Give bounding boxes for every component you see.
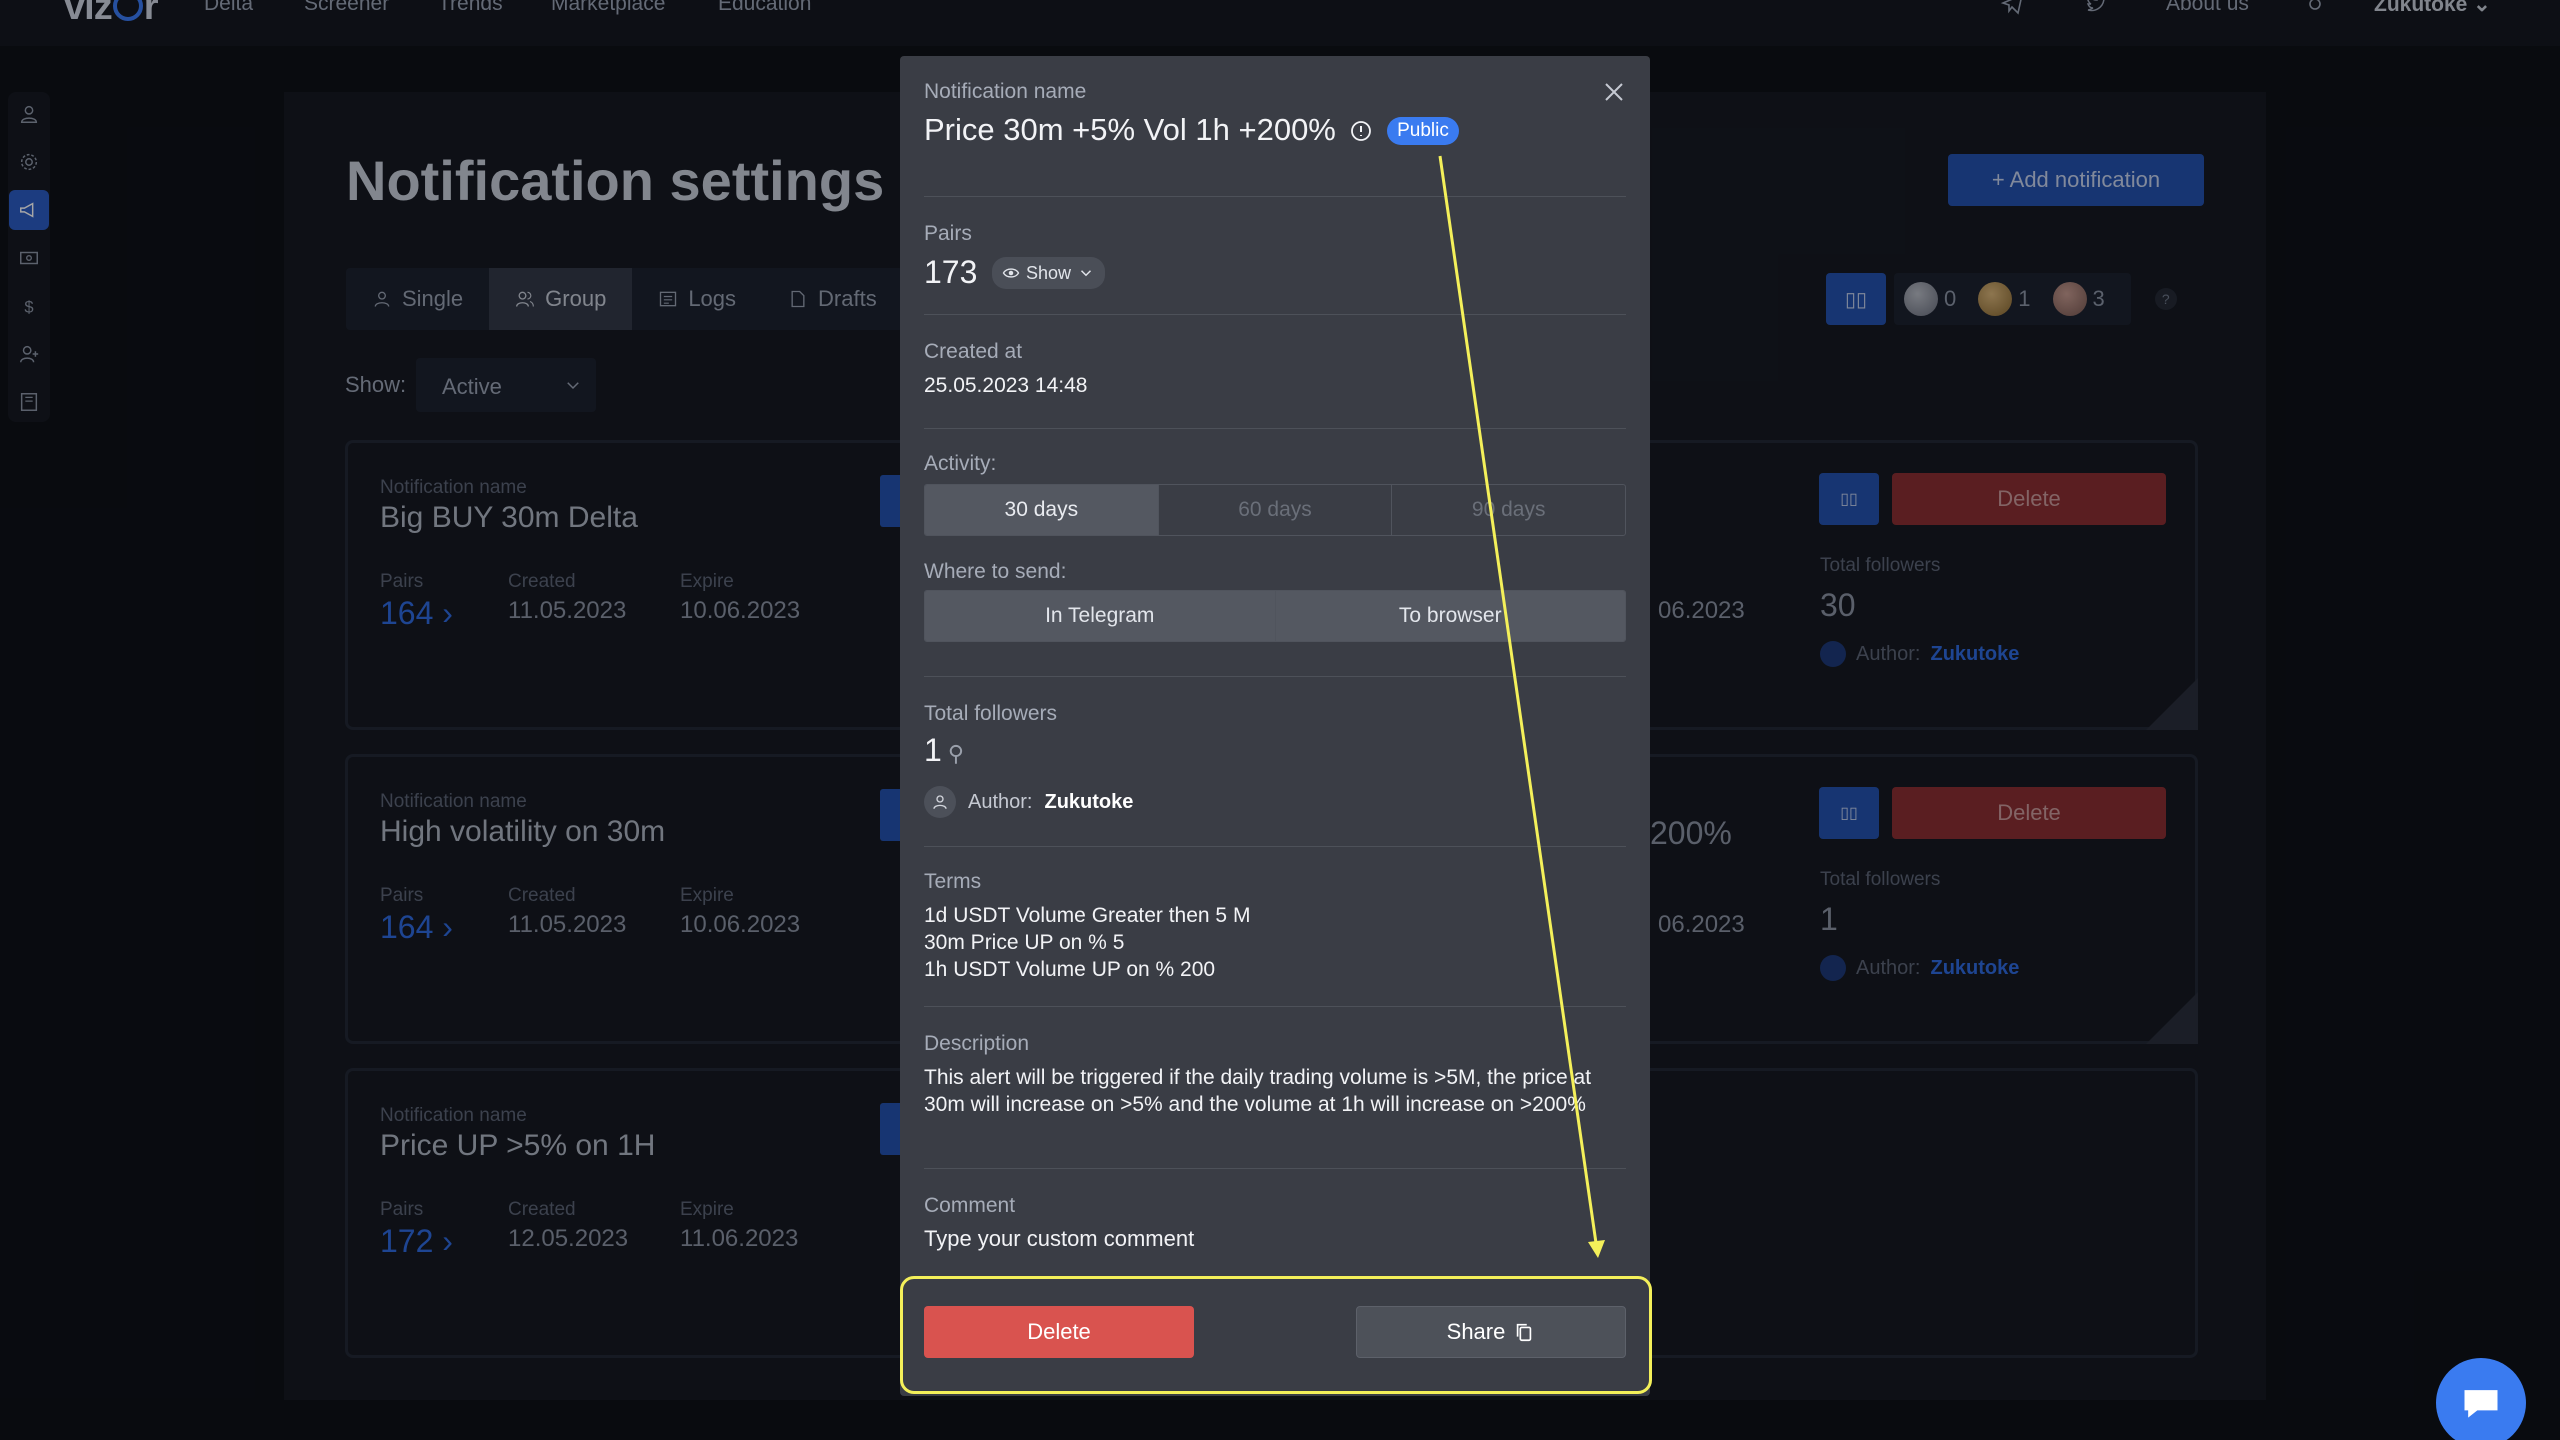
- info-icon[interactable]: [1349, 119, 1373, 143]
- modal-created-value: 25.05.2023 14:48: [924, 374, 1088, 397]
- divider: [924, 1168, 1626, 1169]
- pairs-show-toggle[interactable]: Show: [992, 257, 1106, 289]
- author-name[interactable]: Zukutoke: [1044, 791, 1133, 814]
- activity-selector: 30 days 60 days 90 days: [924, 484, 1626, 536]
- eye-icon: [1002, 268, 1020, 278]
- followers-value: 1 ⚲: [924, 732, 965, 768]
- modal-author: Author: Zukutoke: [924, 786, 1133, 818]
- divider: [924, 676, 1626, 677]
- modal-name-label: Notification name: [924, 80, 1087, 103]
- term-item: 1h USDT Volume UP on % 200: [924, 958, 1216, 981]
- terms-label: Terms: [924, 870, 982, 893]
- comment-input[interactable]: Type your custom comment: [924, 1226, 1194, 1252]
- notification-detail-modal: Notification name Price 30m +5% Vol 1h +…: [900, 56, 1650, 1396]
- send-destination-label: Where to send:: [924, 560, 1067, 583]
- avatar: [924, 786, 956, 818]
- divider: [924, 196, 1626, 197]
- description-text: This alert will be triggered if the dail…: [924, 1066, 1592, 1116]
- divider: [924, 314, 1626, 315]
- modal-pairs-value: 173: [924, 254, 978, 290]
- divider: [924, 846, 1626, 847]
- close-icon[interactable]: [1602, 80, 1626, 104]
- followers-count: 1: [924, 732, 942, 768]
- chat-icon: [2464, 1390, 2498, 1418]
- public-badge: Public: [1387, 117, 1459, 145]
- chat-support-button[interactable]: [2436, 1358, 2526, 1440]
- modal-created-label: Created at: [924, 340, 1023, 363]
- send-browser-option[interactable]: To browser: [1275, 591, 1625, 641]
- terms-list: 1d USDT Volume Greater then 5 M 30m Pric…: [924, 902, 1624, 983]
- send-telegram-option[interactable]: In Telegram: [925, 591, 1276, 641]
- divider: [924, 1006, 1626, 1007]
- pairs-show-label: Show: [1026, 262, 1072, 283]
- activity-option-60[interactable]: 60 days: [1159, 485, 1393, 535]
- description-label: Description: [924, 1032, 1030, 1055]
- followers-label: Total followers: [924, 702, 1058, 725]
- divider: [924, 428, 1626, 429]
- term-item: 30m Price UP on % 5: [924, 931, 1125, 954]
- activity-option-90[interactable]: 90 days: [1392, 485, 1625, 535]
- modal-title: Price 30m +5% Vol 1h +200% Public: [924, 112, 1459, 148]
- modal-pairs-label: Pairs: [924, 222, 972, 245]
- chevron-down-icon: [1081, 270, 1092, 277]
- send-destination-selector: In Telegram To browser: [924, 590, 1626, 642]
- author-label: Author:: [968, 790, 1033, 813]
- activity-option-30[interactable]: 30 days: [925, 485, 1159, 535]
- comment-label: Comment: [924, 1194, 1016, 1217]
- term-item: 1d USDT Volume Greater then 5 M: [924, 904, 1251, 927]
- highlight-box: [900, 1276, 1652, 1394]
- modal-name: Price 30m +5% Vol 1h +200%: [924, 112, 1336, 147]
- activity-label: Activity:: [924, 452, 997, 475]
